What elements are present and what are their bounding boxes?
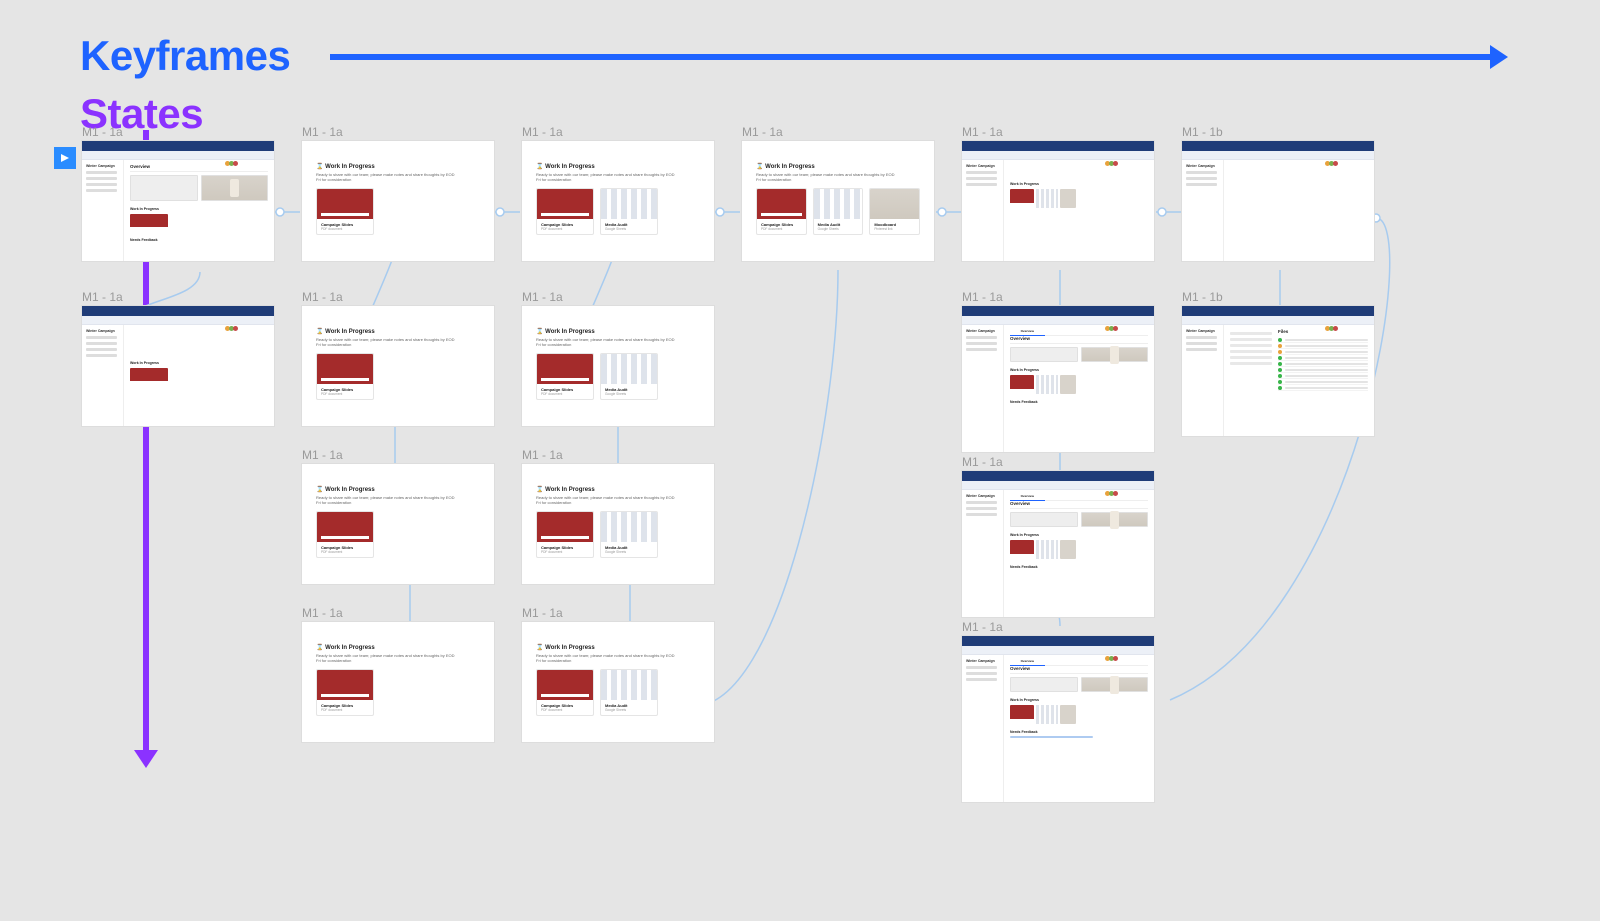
frame-c1-r2[interactable]: M1 - 1a Winter Campaign Work In Progress bbox=[82, 290, 274, 426]
frame-c5-r1[interactable]: M1 - 1a Winter Campaign Work In Progress bbox=[962, 125, 1154, 261]
frame-label: M1 - 1a bbox=[82, 125, 274, 139]
frame-c2-r2[interactable]: M1 - 1a Work In Progress Ready to share … bbox=[302, 290, 494, 426]
frame-c2-r1[interactable]: M1 - 1a Work In Progress Ready to share … bbox=[302, 125, 494, 261]
frame-c5-r2[interactable]: M1 - 1a Winter Campaign Overview Overvie… bbox=[962, 290, 1154, 452]
frame-c2-r3[interactable]: M1 - 1a Work In Progress Ready to share … bbox=[302, 448, 494, 584]
frame-c6-r1[interactable]: M1 - 1b Winter Campaign bbox=[1182, 125, 1374, 261]
frame-c1-r1[interactable]: M1 - 1a Winter Campaign Overview Work In… bbox=[82, 125, 274, 261]
frame-c5-r4[interactable]: M1 - 1a Winter Campaign Overview Overvie… bbox=[962, 620, 1154, 802]
frame-c6-r2[interactable]: M1 - 1b Winter Campaign Files bbox=[1182, 290, 1374, 436]
frame-c3-r2[interactable]: M1 - 1a Work In Progress Ready to share … bbox=[522, 290, 714, 426]
play-marker-icon[interactable] bbox=[54, 147, 76, 169]
frame-c3-r4[interactable]: M1 - 1a Work In Progress Ready to share … bbox=[522, 606, 714, 742]
keyframes-arrow-icon bbox=[330, 54, 1490, 60]
frame-c3-r3[interactable]: M1 - 1a Work In Progress Ready to share … bbox=[522, 448, 714, 584]
frame-thumbnail: Winter Campaign Overview Work In Progres… bbox=[82, 141, 274, 261]
frame-thumbnail: Winter Campaign Work In Progress bbox=[82, 306, 274, 426]
frame-label: M1 - 1a bbox=[82, 290, 274, 304]
keyframes-label: Keyframes bbox=[80, 32, 290, 80]
frame-c4-r1[interactable]: M1 - 1a Work In Progress Ready to share … bbox=[742, 125, 934, 261]
frame-thumbnail: Work In Progress Ready to share with our… bbox=[302, 141, 494, 261]
frame-c2-r4[interactable]: M1 - 1a Work In Progress Ready to share … bbox=[302, 606, 494, 742]
diagram-canvas: Keyframes States bbox=[0, 0, 1600, 921]
frame-c3-r1[interactable]: M1 - 1a Work In Progress Ready to share … bbox=[522, 125, 714, 261]
frame-c5-r3[interactable]: M1 - 1a Winter Campaign Overview Overvie… bbox=[962, 455, 1154, 617]
